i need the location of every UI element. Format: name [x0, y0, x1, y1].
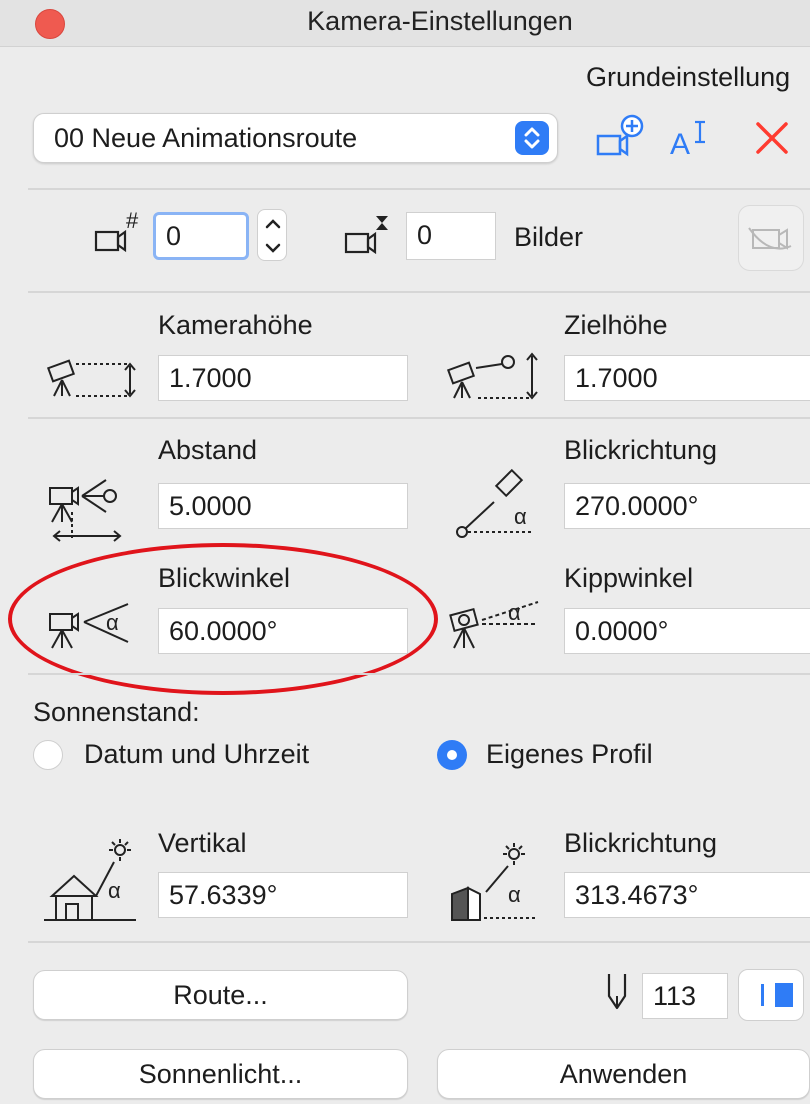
divider [28, 673, 810, 675]
frame-number-icon: # [94, 208, 142, 258]
sun-direction-label: Blickrichtung [564, 828, 718, 858]
chevron-updown-icon [515, 121, 549, 155]
svg-text:α: α [514, 504, 527, 529]
section-label: Grundeinstellung [586, 62, 791, 92]
camera-off-button[interactable] [738, 205, 804, 271]
target-height-input[interactable]: 1.7000 [564, 355, 810, 401]
distance-icon [44, 472, 140, 544]
frame-number-input[interactable]: 0 [153, 212, 249, 260]
frames-unit-label: Bilder [514, 222, 584, 252]
sun-position-heading: Sonnenstand: [33, 697, 200, 727]
direction-label: Blickrichtung [564, 435, 718, 465]
sun-altitude-icon: α [44, 836, 140, 922]
add-camera-icon[interactable] [596, 114, 646, 164]
sun-direction-input[interactable]: 313.4673° [564, 872, 810, 918]
distance-input[interactable]: 5.0000 [158, 483, 408, 529]
camera-height-icon [44, 352, 140, 402]
delete-icon[interactable] [754, 120, 790, 156]
distance-label: Abstand [158, 435, 258, 465]
svg-text:α: α [508, 600, 521, 625]
apply-button[interactable]: Anwenden [437, 1049, 810, 1099]
title-bar: Kamera-Einstellungen [0, 0, 810, 47]
frame-number-stepper[interactable] [257, 209, 287, 261]
divider [28, 417, 810, 419]
radio-date-time-label[interactable]: Datum und Uhrzeit [84, 739, 309, 770]
window-title: Kamera-Einstellungen [307, 6, 573, 36]
target-height-label: Zielhöhe [564, 310, 668, 340]
route-select-value: 00 Neue Animationsroute [54, 123, 358, 153]
route-select[interactable]: 00 Neue Animationsroute [33, 113, 558, 163]
tilt-icon: α [446, 596, 542, 652]
svg-text:#: # [126, 208, 139, 233]
sun-vertical-label: Vertikal [158, 828, 247, 858]
direction-input[interactable]: 270.0000° [564, 483, 810, 529]
tilt-input[interactable]: 0.0000° [564, 608, 810, 654]
sunlight-button[interactable]: Sonnenlicht... [33, 1049, 408, 1099]
view-direction-icon: α [446, 462, 542, 544]
pen-number-input[interactable]: 113 [642, 973, 728, 1019]
svg-text:A: A [670, 128, 690, 161]
sun-vertical-input[interactable]: 57.6339° [158, 872, 408, 918]
divider [28, 941, 810, 943]
radio-custom-profile[interactable] [437, 740, 467, 770]
target-height-icon [446, 350, 542, 402]
svg-text:α: α [108, 878, 121, 903]
pen-color-button[interactable] [738, 969, 804, 1021]
pen-icon [604, 972, 630, 1012]
radio-date-time[interactable] [33, 740, 63, 770]
route-button[interactable]: Route... [33, 970, 408, 1020]
divider [28, 188, 810, 190]
svg-text:α: α [508, 882, 521, 907]
camera-height-label: Kamerahöhe [158, 310, 313, 340]
rename-icon[interactable]: A [670, 116, 714, 161]
frame-count-icon [344, 212, 392, 260]
tilt-label: Kippwinkel [564, 563, 694, 593]
sun-azimuth-icon: α [446, 836, 542, 922]
divider [28, 291, 810, 293]
camera-height-input[interactable]: 1.7000 [158, 355, 408, 401]
radio-custom-profile-label[interactable]: Eigenes Profil [486, 739, 653, 770]
frame-count-input[interactable]: 0 [406, 212, 496, 260]
